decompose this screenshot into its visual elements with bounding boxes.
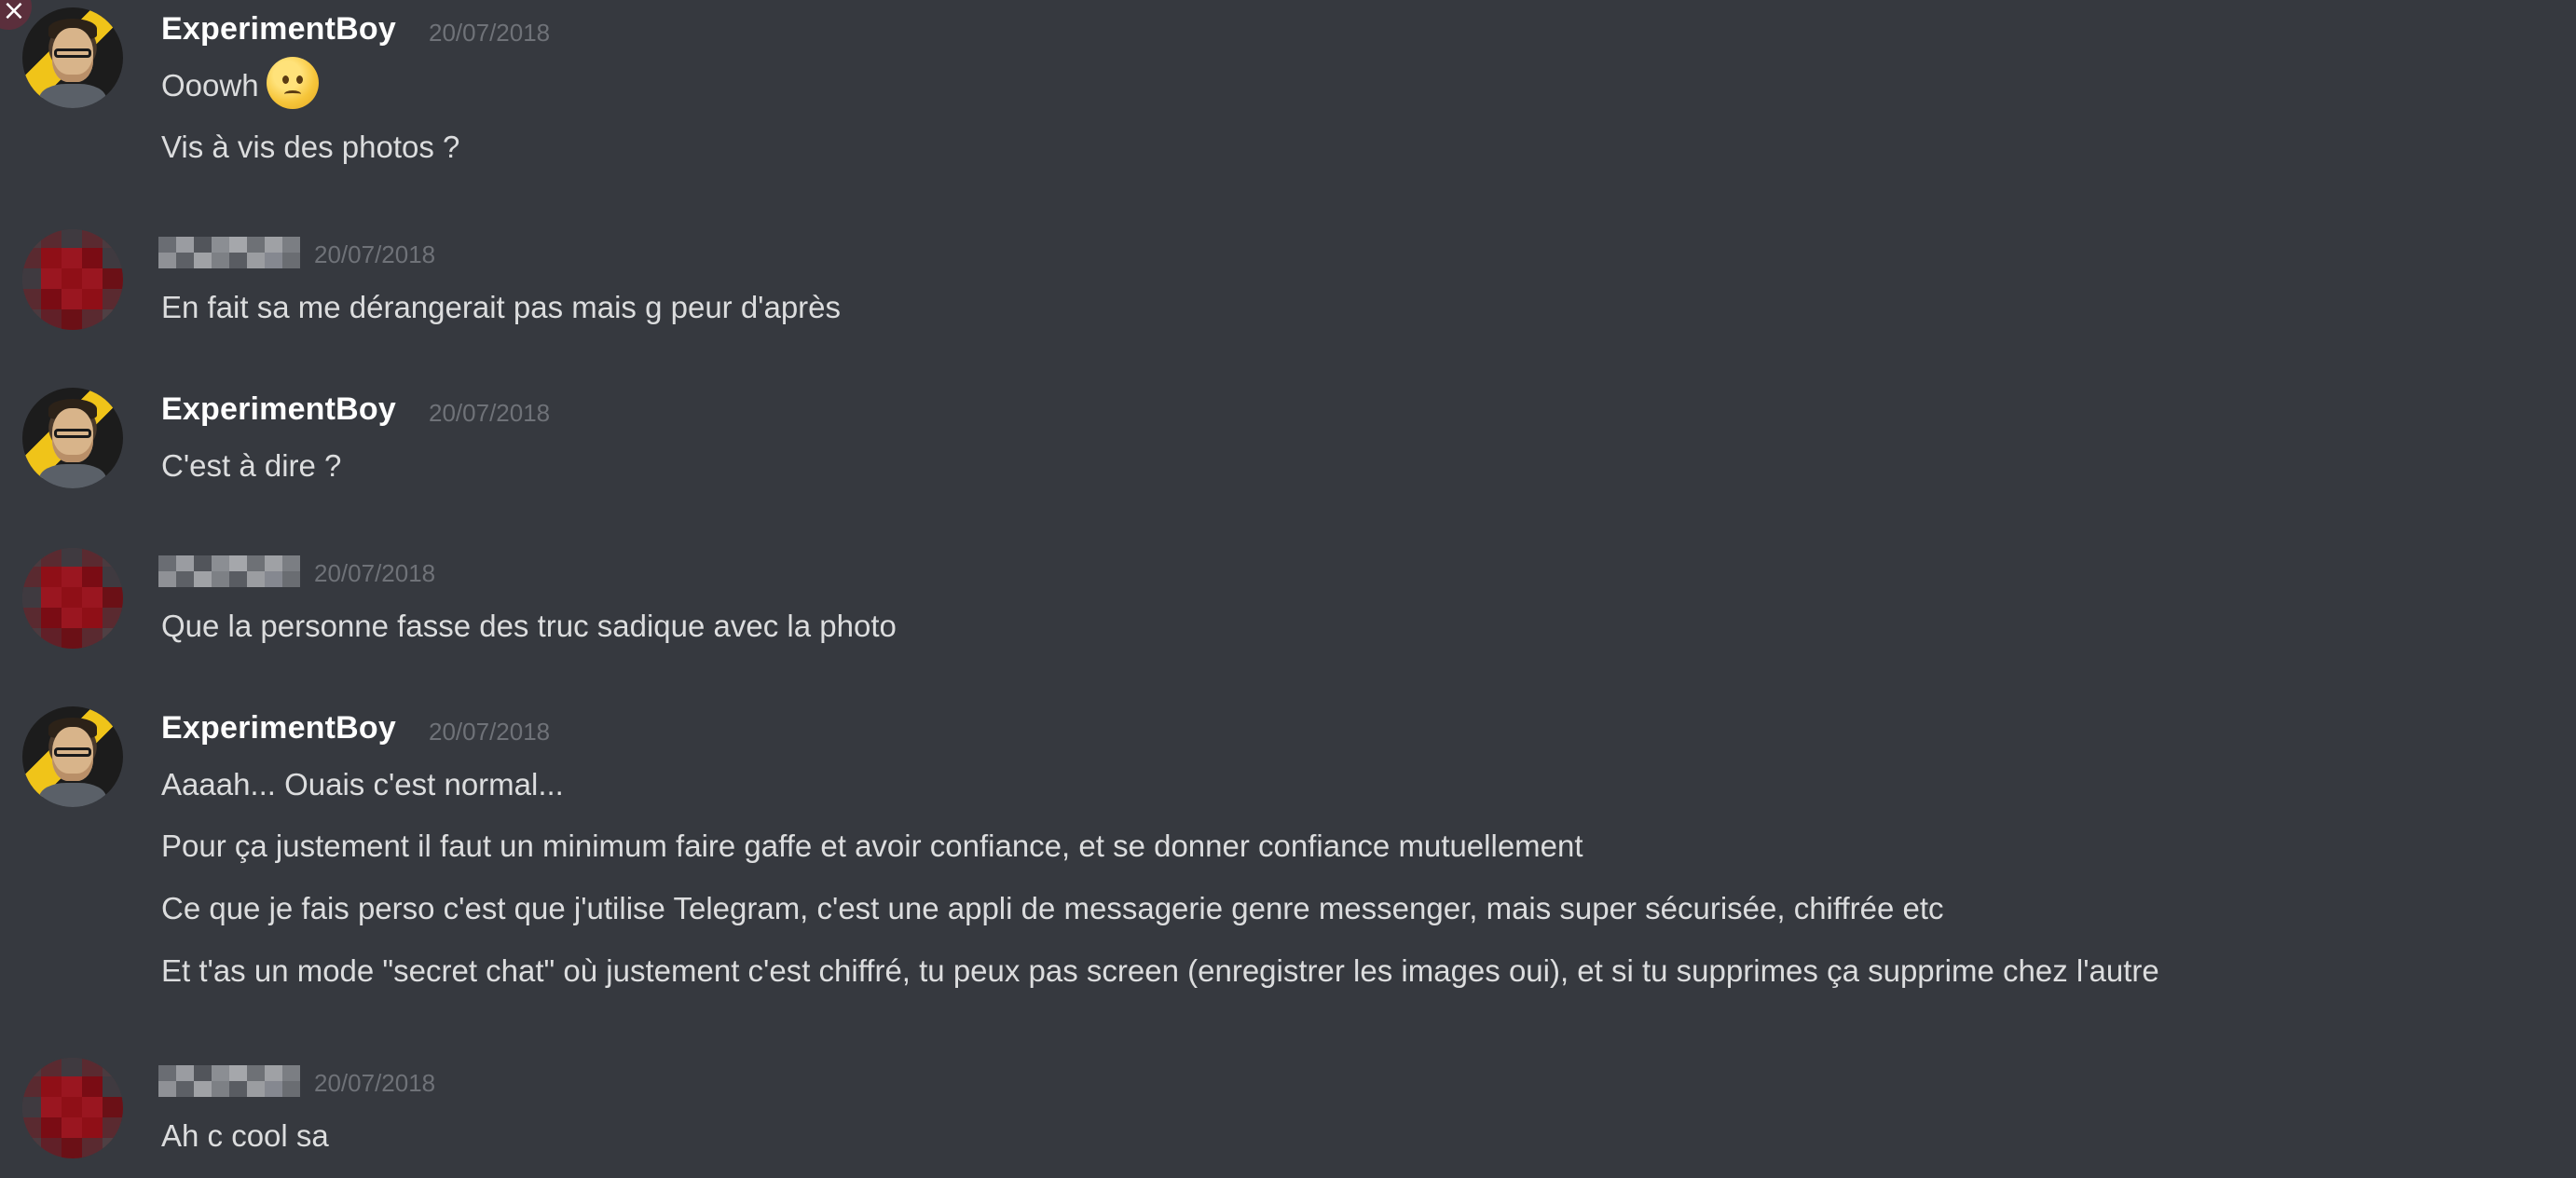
message-list: ExperimentBoy 20/07/2018 Ooowh Vis à vis… (0, 0, 2576, 1178)
message-content: En fait sa me dérangerait pas mais g peu… (161, 278, 2547, 337)
timestamp: 20/07/2018 (429, 19, 551, 47)
message-content: Ooowh Vis à vis des photos ? (161, 56, 2547, 178)
timestamp: 20/07/2018 (429, 399, 551, 427)
timestamp: 20/07/2018 (314, 559, 436, 587)
username[interactable]: ExperimentBoy (161, 391, 396, 428)
message-content: Ah c cool sa (161, 1106, 2547, 1166)
username-redacted[interactable] (158, 237, 300, 268)
avatar[interactable] (22, 7, 123, 108)
message-line: Ah c cool sa (161, 1118, 329, 1153)
message-content: Que la personne fasse des truc sadique a… (161, 596, 2547, 656)
message-line: Vis à vis des photos ? (161, 130, 460, 164)
timestamp: 20/07/2018 (314, 240, 436, 268)
timestamp: 20/07/2018 (314, 1069, 436, 1097)
avatar-pixel (103, 1138, 123, 1158)
message-line: En fait sa me dérangerait pas mais g peu… (161, 290, 842, 324)
username[interactable]: ExperimentBoy (161, 710, 396, 747)
avatar[interactable] (22, 229, 123, 330)
username-redacted[interactable] (158, 1065, 300, 1097)
frowning-face-icon (266, 57, 319, 110)
message-line: Que la personne fasse des truc sadique a… (161, 609, 897, 643)
avatar[interactable] (22, 388, 123, 488)
message-line: Aaaah... Ouais c'est normal... (161, 767, 564, 801)
message-line: Et t'as un mode "secret chat" où justeme… (161, 953, 2159, 988)
message-content: Aaaah... Ouais c'est normal... Pour ça j… (161, 755, 2547, 1002)
username[interactable]: ExperimentBoy (161, 11, 396, 48)
message-content: C'est à dire ? (161, 436, 2547, 496)
message-line: Ce que je fais perso c'est que j'utilise… (161, 891, 1944, 925)
message-line: Pour ça justement il faut un minimum fai… (161, 829, 1583, 863)
avatar-pixel (103, 628, 123, 649)
timestamp: 20/07/2018 (429, 718, 551, 746)
avatar[interactable] (22, 548, 123, 649)
avatar-pixel (103, 309, 123, 330)
avatar[interactable] (22, 1058, 123, 1158)
message-line: Ooowh (161, 56, 2547, 116)
avatar[interactable] (22, 706, 123, 807)
username-redacted[interactable] (158, 555, 300, 587)
message-line: C'est à dire ? (161, 448, 342, 483)
